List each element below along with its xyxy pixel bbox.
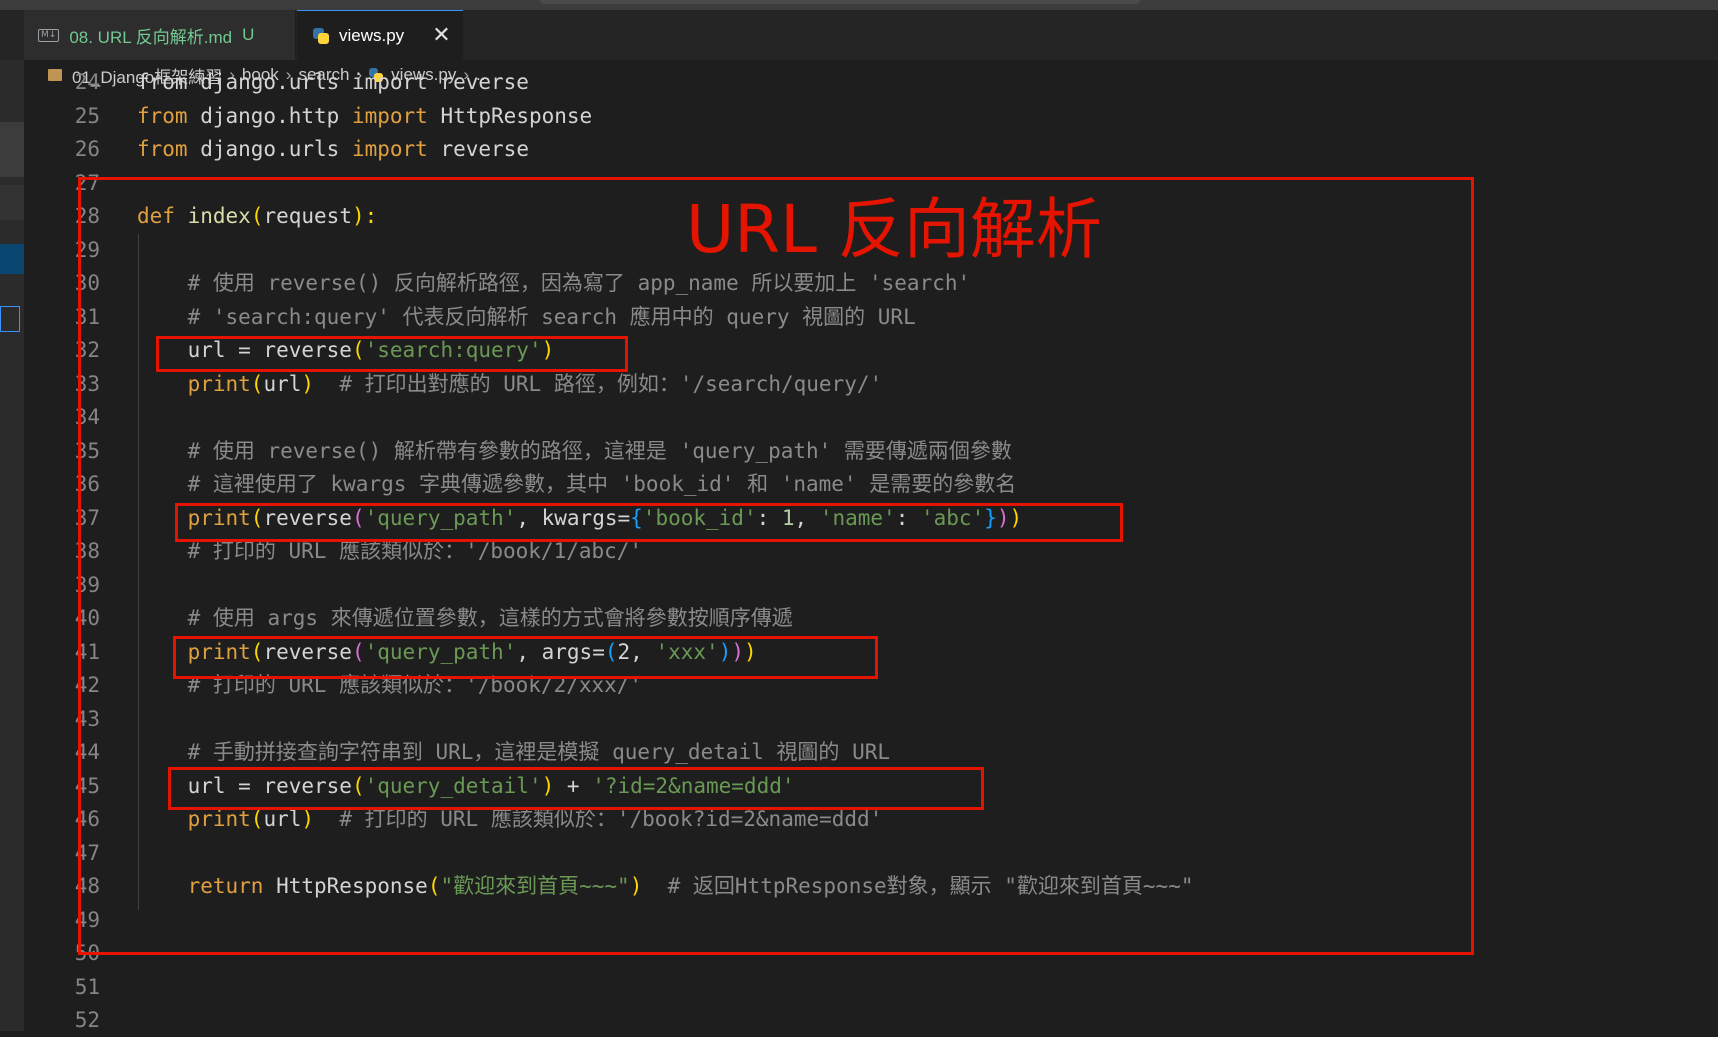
code-token: from [137,103,188,128]
annotation-title: URL 反向解析 [686,191,1102,268]
code-token: from [137,137,188,161]
highlight-box-kwargs [175,503,1123,542]
code-line[interactable]: from django.urls import reverse [137,65,529,99]
highlight-box-reverse-query [156,336,628,372]
code-line[interactable]: from django.http import HttpResponse [137,99,592,133]
highlight-box-query-detail [168,767,984,810]
highlight-box-args [173,636,878,679]
highlight-box-function [78,177,1474,955]
code-token: reverse [427,137,529,161]
code-token: django.urls [187,137,352,161]
code-token: from django.urls import reverse [137,70,529,94]
code-line[interactable]: from django.urls import reverse [137,132,529,166]
code-token: import [351,137,428,161]
code-token: django.http [187,103,352,128]
code-token: HttpResponse [427,103,593,128]
code-token: import [351,103,428,128]
